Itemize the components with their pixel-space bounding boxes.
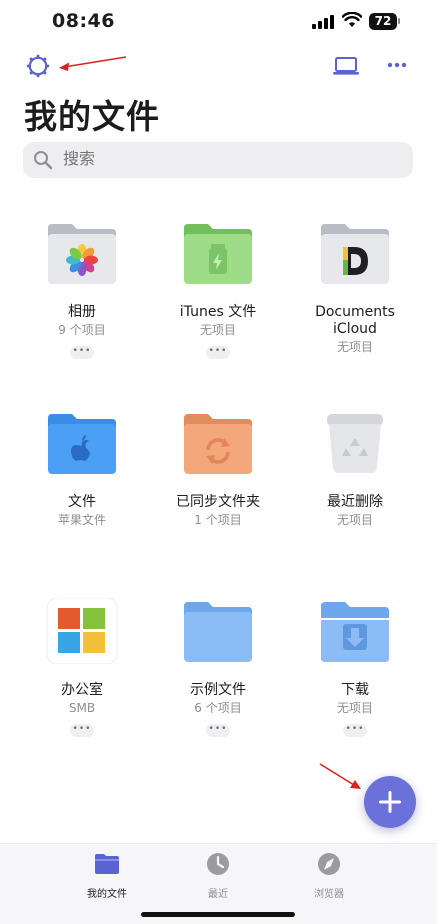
smb-office-icon [46,597,118,665]
file-item-office-smb[interactable]: 办公室 SMB ••• [12,597,152,737]
plus-icon [379,791,401,813]
red-arrow-annotation [59,56,127,71]
photos-folder-icon [48,224,116,284]
file-item-recently-deleted[interactable]: 最近删除 无项目 [285,410,425,528]
red-arrow-annotation [319,763,361,789]
laptop-icon[interactable] [332,55,360,77]
tab-label: 我的文件 [87,889,127,900]
tab-recent[interactable]: 最近 [178,852,258,900]
folder-icon [95,854,119,874]
search-icon [34,151,53,170]
battery-cap [398,18,400,24]
item-subtitle: 无项目 [336,701,373,715]
itunes-folder-icon [184,224,252,284]
item-name: 最近删除 [327,494,383,510]
file-item-photos[interactable]: 相册 9 个项目 ••• [12,220,152,359]
clock-icon [207,853,229,875]
item-subtitle: 6 个项目 [194,701,242,715]
item-more-button[interactable]: ••• [206,346,230,359]
trash-icon [327,414,383,473]
item-more-button[interactable]: ••• [70,346,94,359]
item-subtitle: 1 个项目 [194,513,242,527]
search-input[interactable] [63,149,363,168]
item-name: 下载 [341,682,369,698]
item-subtitle: 无项目 [336,340,373,354]
compass-icon [318,853,340,875]
file-item-documents-icloud[interactable]: Documents iCloud 无项目 [285,220,425,355]
downloads-folder-icon [321,602,389,662]
more-options-icon[interactable] [386,58,408,72]
item-subtitle: 无项目 [199,323,236,337]
battery-indicator: 72 [369,13,397,30]
settings-gear-icon[interactable] [26,54,50,78]
item-name: 办公室 [61,682,103,698]
add-button[interactable] [364,776,416,828]
item-more-button[interactable]: ••• [206,724,230,737]
documents-icloud-folder-icon [321,224,389,284]
sample-folder-icon [184,602,252,662]
item-more-button[interactable]: ••• [343,724,367,737]
file-item-itunes[interactable]: iTunes 文件 无项目 ••• [148,220,288,359]
item-subtitle: 无项目 [336,513,373,527]
item-name: 文件 [68,494,96,510]
tab-my-files[interactable]: 我的文件 [67,852,147,900]
item-name: 相册 [68,304,96,320]
status-time: 08:46 [52,10,115,32]
file-item-apple-files[interactable]: 文件 苹果文件 [12,410,152,528]
item-name: Documents iCloud [315,304,395,337]
home-indicator [141,912,295,917]
file-item-sample-files[interactable]: 示例文件 6 个项目 ••• [148,598,288,737]
apple-files-folder-icon [48,414,116,474]
item-subtitle: 苹果文件 [57,513,106,527]
item-name: iTunes 文件 [179,304,257,320]
item-more-button[interactable]: ••• [70,724,94,737]
file-item-sync-folder[interactable]: 已同步文件夹 1 个项目 [148,410,288,528]
search-bar[interactable] [23,142,413,178]
tab-label: 最近 [208,889,228,900]
item-name: 示例文件 [190,682,246,698]
item-subtitle: 9 个项目 [58,323,106,337]
item-name: 已同步文件夹 [176,494,260,510]
tab-label: 浏览器 [314,889,344,900]
tab-browser[interactable]: 浏览器 [289,852,369,900]
status-bar: 08:46 72 [0,0,437,46]
file-item-downloads[interactable]: 下载 无项目 ••• [285,598,425,737]
item-subtitle: SMB [68,701,96,715]
sync-folder-icon [184,414,252,474]
page-title: 我的文件 [24,97,160,136]
wifi-icon [342,12,362,27]
signal-icon [312,15,334,29]
